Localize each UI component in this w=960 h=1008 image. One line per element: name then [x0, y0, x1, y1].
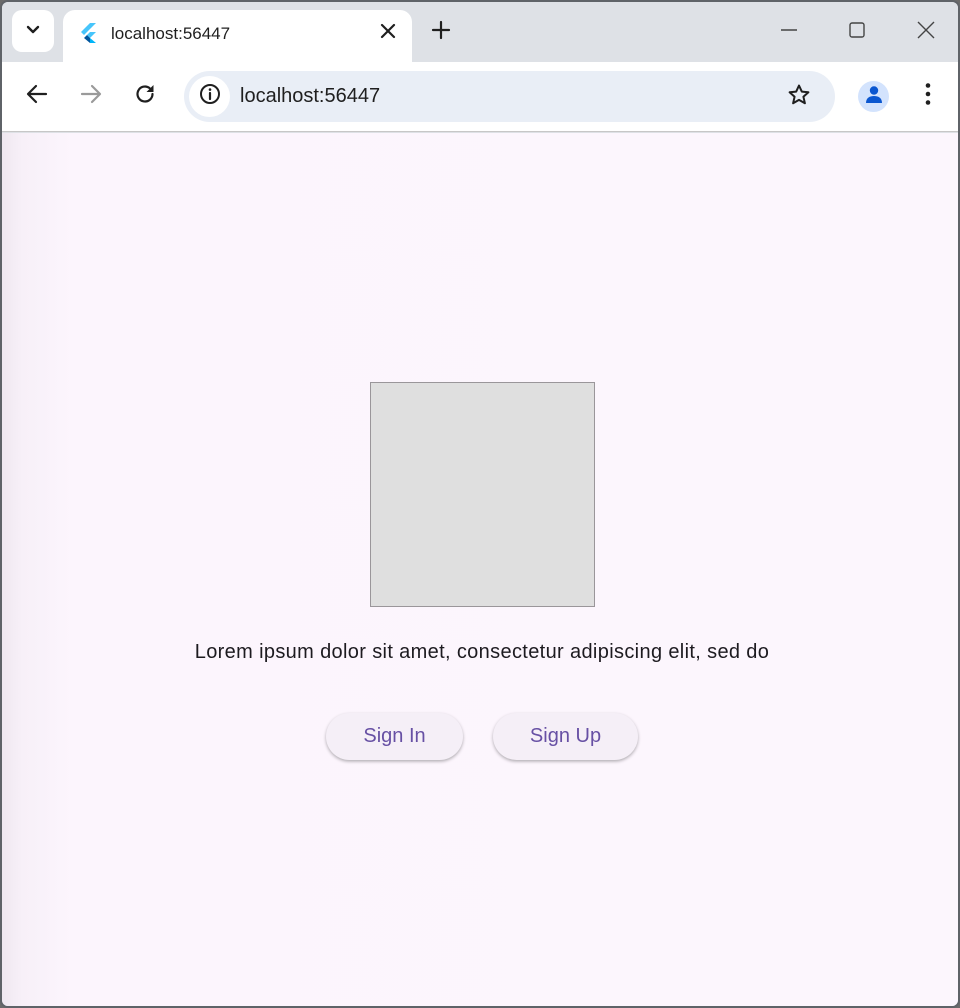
reload-button[interactable]: [131, 82, 159, 110]
minimize-icon: [780, 21, 798, 44]
bookmark-button[interactable]: [785, 83, 813, 111]
back-button[interactable]: [23, 82, 51, 110]
close-window-button[interactable]: [913, 19, 939, 45]
tab-search-button[interactable]: [12, 10, 54, 52]
reload-icon: [134, 83, 156, 110]
star-icon: [787, 83, 811, 112]
browser-menu-button[interactable]: [914, 82, 942, 110]
forward-button[interactable]: [77, 82, 105, 110]
active-tab[interactable]: localhost:56447: [63, 10, 412, 62]
info-icon: [199, 83, 221, 110]
chevron-down-icon: [26, 22, 40, 40]
page-content: Lorem ipsum dolor sit amet, consectetur …: [2, 133, 958, 1006]
minimize-button[interactable]: [776, 19, 802, 45]
arrow-right-icon: [80, 83, 102, 110]
tab-close-button[interactable]: [378, 23, 398, 43]
maximize-icon: [848, 21, 866, 44]
maximize-button[interactable]: [844, 19, 870, 45]
tab-title: localhost:56447: [111, 24, 231, 43]
person-icon: [864, 84, 884, 109]
sign-in-button[interactable]: Sign In: [326, 713, 463, 760]
address-bar[interactable]: localhost:56447: [184, 71, 835, 122]
sign-up-button[interactable]: Sign Up: [493, 713, 638, 760]
plus-icon: [431, 20, 451, 45]
site-info-button[interactable]: [189, 76, 230, 117]
close-icon: [917, 21, 935, 44]
arrow-left-icon: [26, 83, 48, 110]
close-icon: [380, 23, 396, 44]
new-tab-button[interactable]: [428, 19, 454, 45]
flutter-favicon-icon: [79, 23, 97, 43]
kebab-menu-icon: [925, 82, 931, 111]
url-text: localhost:56447: [240, 85, 381, 107]
tab-strip: localhost:56447: [2, 2, 958, 62]
image-placeholder: [370, 382, 595, 607]
description-text: Lorem ipsum dolor sit amet, consectetur …: [194, 641, 770, 663]
profile-button[interactable]: [858, 81, 889, 112]
browser-window: localhost:56447 localhost:56447 Lorem ip…: [0, 0, 960, 1008]
browser-toolbar: localhost:56447: [2, 62, 958, 132]
